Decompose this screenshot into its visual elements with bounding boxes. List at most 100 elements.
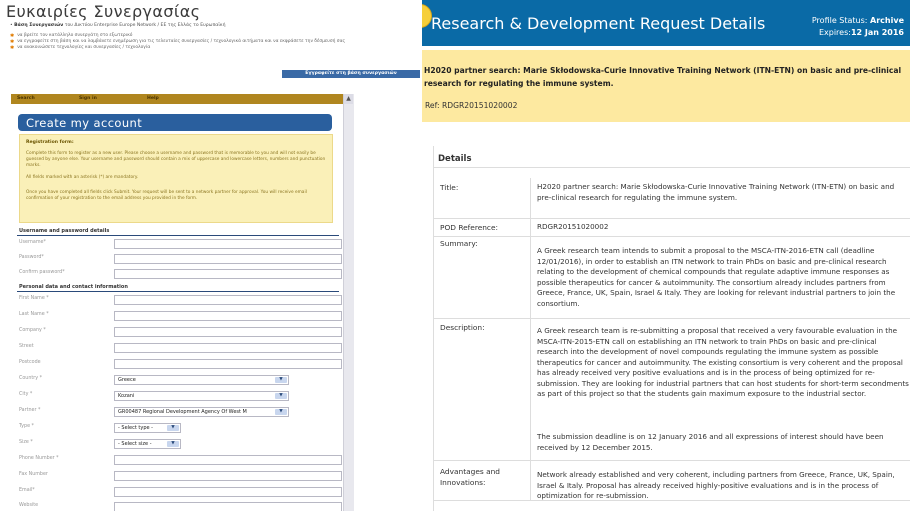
postcode-field[interactable] [114,359,342,369]
tab-sign-in[interactable]: Sign in [73,94,141,104]
tab-help[interactable]: Help [141,94,203,104]
nav-tabs: Search Sign in Help [11,94,343,104]
field-label: Username* [19,240,46,245]
request-summary-banner: H2020 partner search: Marie Skłodowska-C… [422,50,910,122]
form-row: Password* [19,254,342,264]
status-badge: Archive [870,16,904,25]
phone-field[interactable] [114,455,342,465]
details-title: Research & Development Request Details [431,14,766,33]
field-label: Country * [19,376,42,381]
row-value: A Greek research team intends to submit … [537,246,896,308]
registration-info-text: Complete this form to register as a new … [26,151,326,168]
chevron-down-icon[interactable]: ▼ [275,377,287,383]
chevron-down-icon[interactable]: ▼ [275,409,287,415]
table-row: Advantages and Innovations: Network alre… [434,460,910,501]
confirm-password-field[interactable] [114,269,342,279]
field-label: Street [19,344,34,349]
scrollbar[interactable]: ▲ [343,94,354,511]
chevron-down-icon[interactable]: ▼ [167,425,179,431]
last-name-field[interactable] [114,311,342,321]
expiry-date: 12 Jan 2016 [850,28,904,37]
field-label: Size * [19,440,33,445]
chevron-down-icon[interactable]: ▼ [167,441,179,447]
form-row: Website [19,502,342,511]
field-label: Last Name * [19,312,49,317]
tab-search[interactable]: Search [11,94,73,104]
field-label: Partner * [19,408,41,413]
form-row: Last Name * [19,311,342,321]
registration-form: Create my account Registration form: Com… [11,104,343,511]
fax-field[interactable] [114,471,342,481]
registration-info-box: Registration form: Complete this form to… [19,134,333,223]
row-key: Title: [440,183,459,192]
mandatory-note: All fields marked with an asterisk (*) a… [26,175,139,180]
form-row: First Name * [19,295,342,305]
divider [17,291,339,292]
row-value: A Greek research team is re-submitting a… [537,326,909,398]
breadcrumb: • Βάση Συνεργασιών του Δικτύου Enterpris… [10,23,226,28]
row-value-extra: The submission deadline is on 12 January… [537,432,884,452]
form-row: Email* [19,487,342,497]
field-label: Fax Number [19,472,48,477]
field-label: Type * [19,424,34,429]
section-heading-credentials: Username and password details [19,228,110,234]
email-field[interactable] [114,487,342,497]
partner-select[interactable]: GR00487 Regional Development Agency Of W… [114,407,289,417]
first-name-field[interactable] [114,295,342,305]
table-row: Description: A Greek research team is re… [434,318,910,461]
register-database-button[interactable]: Εγγραφείτε στη βάση συνεργασιών [282,70,420,78]
field-label: City * [19,392,33,397]
form-row: Company * [19,327,342,337]
scroll-up-icon[interactable]: ▲ [344,94,353,104]
field-label: Confirm password* [19,270,65,275]
size-select[interactable]: - Select size - ▼ [114,439,181,449]
create-account-banner: Create my account [18,114,332,131]
create-account-title: Create my account [26,116,143,130]
username-field[interactable] [114,239,342,249]
breadcrumb-rest: του Δικτύου Enterprise Europe Network / … [64,23,226,28]
page-title: Ευκαιρίες Συνεργασίας [6,2,201,21]
request-headline: H2020 partner search: Marie Skłodowska-C… [424,66,902,88]
country-select[interactable]: Greece ▼ [114,375,289,385]
registration-panel: Ευκαιρίες Συνεργασίας • Βάση Συνεργασιών… [0,0,422,511]
table-row: POD Reference: RDGR20151020002 [434,218,910,237]
breadcrumb-home-link[interactable]: Βάση Συνεργασιών [14,23,63,28]
field-label: Website [19,503,39,508]
field-label: Company * [19,328,46,333]
row-key: Summary: [440,239,478,248]
details-table: Details Title: H2020 partner search: Mar… [433,146,910,511]
chevron-down-icon[interactable]: ▼ [275,393,287,399]
table-row: Summary: A Greek research team intends t… [434,236,910,319]
row-value: RDGR20151020002 [537,222,609,231]
password-field[interactable] [114,254,342,264]
form-row: Country * Greece ▼ [19,375,341,385]
form-row: Size * - Select size - ▼ [19,439,341,449]
reference-number: Ref: RDGR20151020002 [425,101,518,110]
divider [17,235,339,236]
table-row: Title: H2020 partner search: Marie Skłod… [434,178,910,219]
field-label: First Name * [19,296,49,301]
street-field[interactable] [114,343,342,353]
form-row: Confirm password* [19,269,342,279]
type-select[interactable]: - Select type - ▼ [114,423,181,433]
bullet-icon: ✱ [10,45,15,52]
row-key: Description: [440,323,485,332]
field-label: Password* [19,255,44,260]
profile-status: Profile Status: Archive Expires:12 Jan 2… [811,16,904,37]
row-value: Network already established and very coh… [537,470,895,500]
company-field[interactable] [114,327,342,337]
row-key: POD Reference: [440,223,499,232]
registration-info-title: Registration form: [26,140,74,145]
request-details-panel: Research & Development Request Details P… [422,0,910,511]
row-key: Advantages and Innovations: [440,467,500,487]
form-row: City * Kozani ▼ [19,391,341,401]
city-select[interactable]: Kozani ▼ [114,391,289,401]
divider [434,167,910,168]
form-row: Postcode [19,359,342,369]
field-label: Email* [19,488,35,493]
form-row: Type * - Select type - ▼ [19,423,341,433]
field-label: Phone Number * [19,456,59,461]
website-field[interactable] [114,502,342,511]
form-row: Partner * GR00487 Regional Development A… [19,407,341,417]
details-heading: Details [438,154,472,164]
